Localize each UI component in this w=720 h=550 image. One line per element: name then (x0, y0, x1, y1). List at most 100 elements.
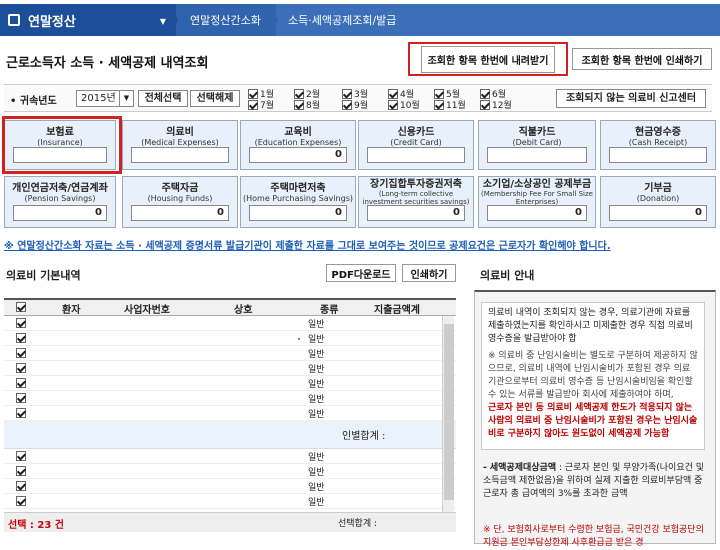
table-row[interactable]: 일반 (4, 376, 456, 391)
category-name: 현금영수증 (635, 127, 681, 138)
breadcrumb-yearend[interactable]: 연말정산간소화 (170, 4, 276, 36)
row-checkbox[interactable] (16, 393, 26, 403)
checkbox-icon (480, 99, 490, 110)
subtotal-row: 인별합계 : (4, 421, 456, 449)
menu-icon (8, 14, 20, 26)
month-checkbox-8[interactable]: 8월 (294, 98, 320, 111)
table-row[interactable]: 일반 (4, 391, 456, 406)
year-select-value: 2015년 (81, 93, 116, 104)
row-checkbox[interactable] (16, 451, 26, 461)
table-row[interactable]: 일반 (4, 316, 456, 331)
category-name: 교육비 (284, 127, 312, 138)
month-label: 7월 (260, 101, 275, 111)
category-education[interactable]: 교육비 (Education Expenses) 0 (240, 120, 356, 170)
category-pension[interactable]: 개인연금저축/연금계좌 (Pension Savings) 0 (4, 176, 116, 228)
row-checkbox[interactable] (16, 466, 26, 476)
download-all-button[interactable]: 조회한 항목 한번에 내려받기 (408, 42, 568, 76)
row-checkbox[interactable] (16, 496, 26, 506)
select-all-button[interactable]: 전체선택 (138, 90, 188, 107)
guide-paragraph: ※ 의료비 중 난임시술비는 별도로 구분하여 제공하지 않으므로, 의료비 내… (488, 351, 698, 400)
row-checkbox[interactable] (16, 318, 26, 328)
filter-bar: • 귀속년도 2015년 ▼ 전체선택 선택해제 1월 7월 2월 8월 3월 9… (4, 84, 712, 112)
header-biz-no: 사업자번호 (124, 305, 170, 316)
category-en: (Home Purchasing Savings) (243, 194, 353, 203)
select-all-checkbox[interactable] (16, 302, 26, 312)
deselect-button[interactable]: 선택해제 (190, 90, 240, 107)
breadcrumb-label: 소득·세액공제조회/발급 (288, 14, 397, 27)
category-value: 0 (609, 205, 707, 221)
guide-note: - 세액공제대상금액 : 근로자 본인 및 무양가족(나이요건 및 소득금액 제… (483, 462, 707, 501)
breadcrumb-deduction[interactable]: 소득·세액공제조회/발급 (270, 4, 720, 36)
breadcrumb-separator-icon (170, 4, 178, 36)
category-name: 의료비 (166, 127, 194, 138)
table-footer: 선택 : 23 건 선택합계 : (4, 512, 456, 532)
table-row[interactable]: 일반 (4, 331, 456, 346)
category-name: 신용카드 (397, 127, 435, 138)
scrollbar-thumb[interactable] (444, 324, 454, 500)
table-row[interactable]: 일반 (4, 449, 456, 464)
table-row[interactable]: 일반 (4, 361, 456, 376)
year-label: • 귀속년도 (10, 96, 57, 107)
checkbox-icon (480, 88, 490, 99)
category-en: (Housing Funds) (147, 194, 213, 203)
month-checkbox-9[interactable]: 9월 (342, 98, 368, 111)
category-medical[interactable]: 의료비 (Medical Expenses) (122, 120, 238, 170)
category-en: (Membership Fee For Small Size Enterpris… (481, 190, 593, 206)
category-credit-card[interactable]: 신용카드 (Credit Card) (358, 120, 474, 170)
print-button[interactable]: 인쇄하기 (402, 264, 456, 282)
row-kind: 일반 (308, 365, 325, 375)
row-kind: 일반 (308, 410, 325, 420)
checkbox-icon (434, 99, 444, 110)
checkbox-icon (248, 99, 258, 110)
category-housing[interactable]: 주택자금 (Housing Funds) 0 (122, 176, 238, 228)
category-value (367, 147, 465, 163)
print-all-button[interactable]: 조회한 항목 한번에 인쇄하기 (572, 48, 712, 70)
row-checkbox[interactable] (16, 408, 26, 418)
header-name: 상호 (234, 305, 253, 316)
checkbox-icon (342, 99, 352, 110)
category-donation[interactable]: 기부금 (Donation) 0 (600, 176, 716, 228)
row-kind: 일반 (308, 453, 325, 463)
row-kind: 일반 (308, 350, 325, 360)
checkbox-icon (342, 88, 352, 99)
row-checkbox[interactable] (16, 333, 26, 343)
table-row[interactable]: 일반 (4, 494, 456, 509)
month-label: 12월 (492, 101, 512, 111)
row-kind: 일반 (308, 335, 325, 345)
row-checkbox[interactable] (16, 348, 26, 358)
checkbox-icon (388, 88, 398, 99)
row-dot (298, 338, 300, 340)
row-kind: 일반 (308, 320, 325, 330)
category-cash-receipt[interactable]: 현금영수증 (Cash Receipt) (600, 120, 716, 170)
header-kind: 종류 (320, 305, 339, 316)
table-row[interactable]: 일반 (4, 464, 456, 479)
main-menu-label: 연말정산 (28, 14, 76, 30)
category-debit-card[interactable]: 직불카드 (Debit Card) (478, 120, 596, 170)
month-checkbox-12[interactable]: 12월 (480, 98, 512, 111)
pdf-download-button[interactable]: PDF다운로드 (326, 264, 396, 282)
row-checkbox[interactable] (16, 481, 26, 491)
breadcrumb-separator-icon (270, 4, 278, 36)
year-select[interactable]: 2015년 ▼ (76, 90, 134, 107)
table-scrollbar[interactable] (442, 316, 454, 512)
category-name: 직불카드 (518, 127, 556, 138)
subtotal-label: 인별합계 : (342, 431, 386, 442)
month-label: 10월 (400, 101, 420, 111)
row-checkbox[interactable] (16, 378, 26, 388)
download-all-label: 조회한 항목 한번에 내려받기 (420, 45, 556, 73)
month-checkbox-7[interactable]: 7월 (248, 98, 274, 111)
report-center-button[interactable]: 조회되지 않는 의료비 신고센터 (556, 89, 706, 108)
row-kind: 일반 (308, 498, 325, 508)
main-menu[interactable]: 연말정산 ▼ (0, 4, 176, 36)
table-row[interactable]: 일반 (4, 479, 456, 494)
category-home-savings[interactable]: 주택마련저축 (Home Purchasing Savings) 0 (240, 176, 356, 228)
table-row[interactable]: 일반 (4, 346, 456, 361)
month-checkbox-10[interactable]: 10월 (388, 98, 420, 111)
category-long-term-invest[interactable]: 장기집합투자증권저축 (Long-term collective investme… (358, 176, 474, 228)
category-small-business[interactable]: 소기업/소상공인 공제부금 (Membership Fee For Small S… (478, 176, 596, 228)
month-checkbox-11[interactable]: 11월 (434, 98, 466, 111)
table-row[interactable]: 일반 (4, 406, 456, 421)
row-checkbox[interactable] (16, 363, 26, 373)
guide-note-red: ※ 단, 보험회사로부터 수령한 보험금, 국민건강 보험공단의 지원금 본인부… (483, 525, 704, 548)
category-value: 0 (249, 147, 347, 163)
